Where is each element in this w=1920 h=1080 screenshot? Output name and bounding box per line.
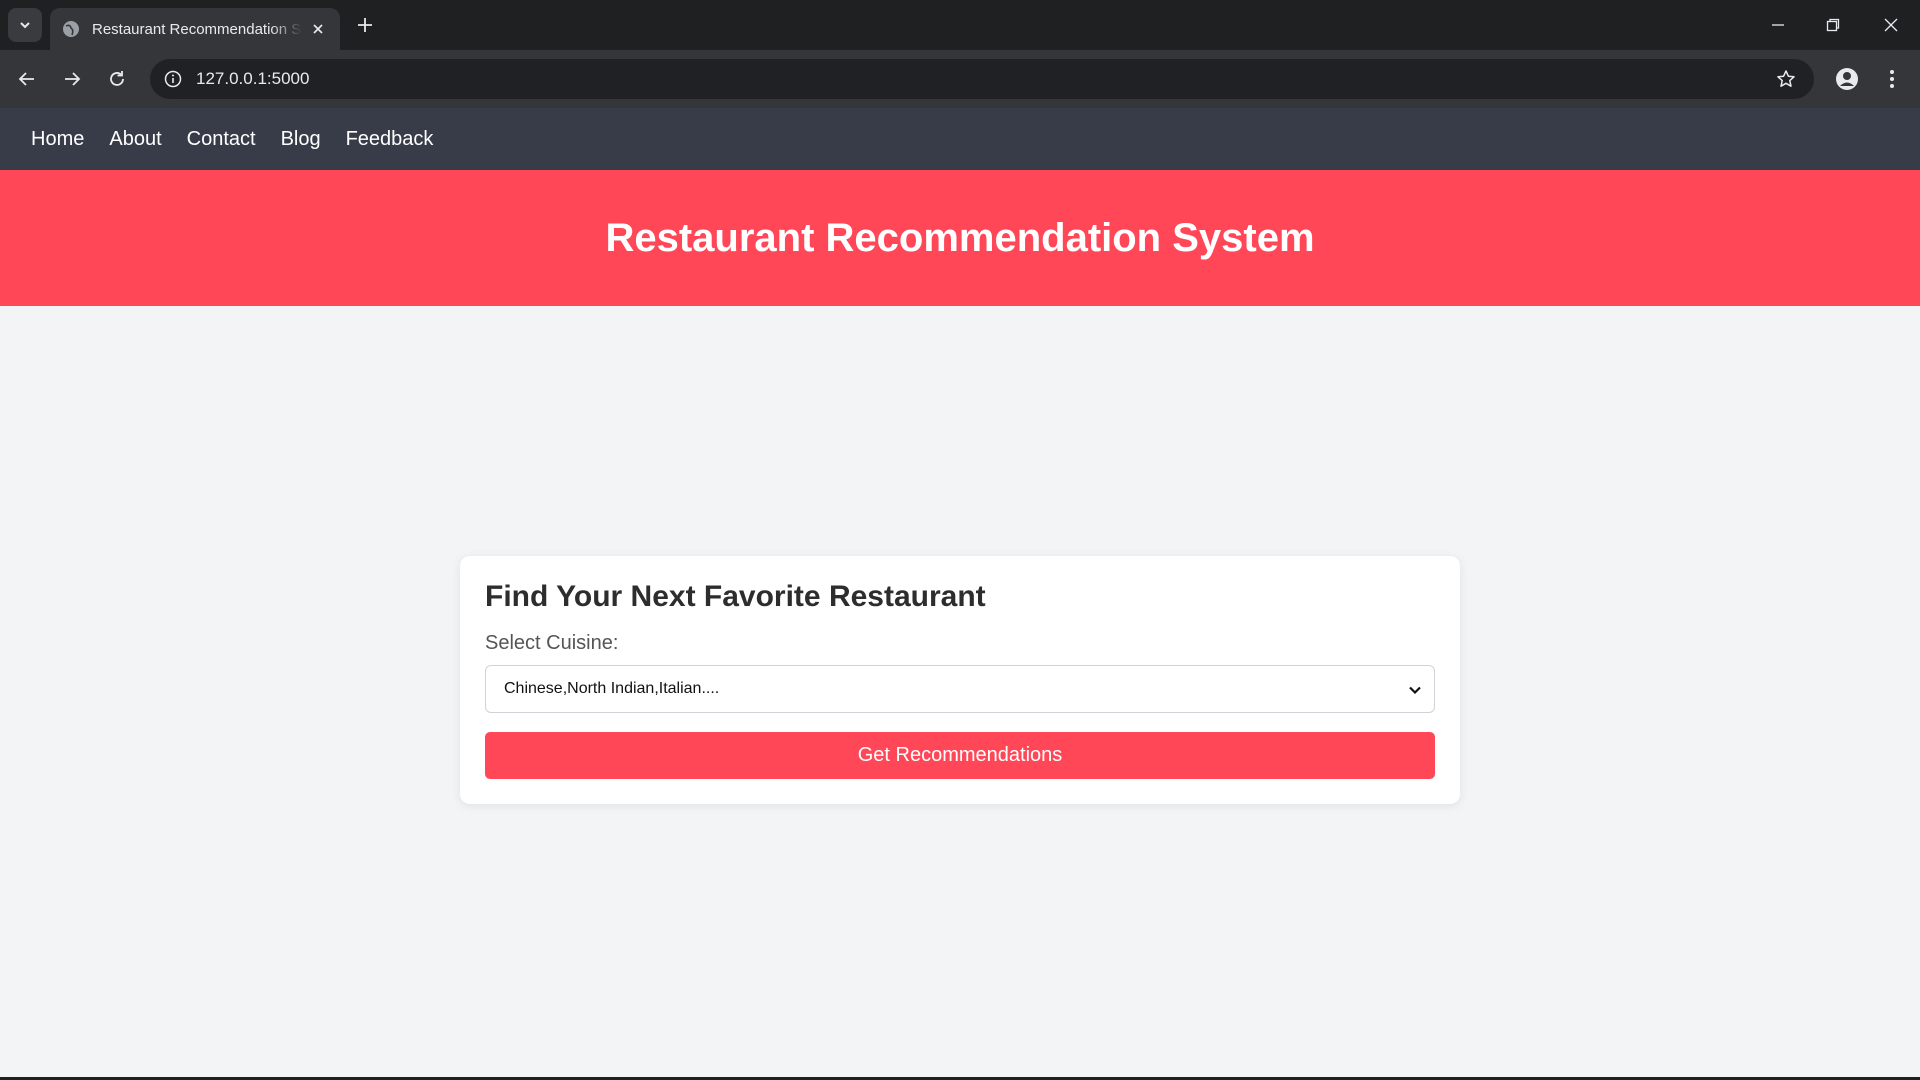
close-window-button[interactable]: [1871, 8, 1911, 42]
tab-title: Restaurant Recommendation System: [92, 20, 302, 38]
page-title: Restaurant Recommendation System: [605, 215, 1315, 260]
cuisine-selected-value: Chinese,North Indian,Italian....: [504, 680, 720, 697]
forward-button[interactable]: [56, 63, 88, 95]
new-tab-button[interactable]: [352, 12, 378, 38]
browser-tab-bar: Restaurant Recommendation System: [0, 0, 1920, 50]
minimize-button[interactable]: [1758, 8, 1798, 42]
reload-button[interactable]: [101, 63, 133, 95]
restore-button[interactable]: [1813, 8, 1853, 42]
browser-tab[interactable]: Restaurant Recommendation System: [50, 8, 340, 50]
kebab-menu-icon: [1890, 70, 1894, 88]
info-icon[interactable]: [158, 64, 188, 94]
nav-link-blog[interactable]: Blog: [281, 128, 321, 151]
close-icon[interactable]: [308, 19, 328, 39]
get-recommendations-button[interactable]: Get Recommendations: [485, 732, 1435, 779]
profile-button[interactable]: [1831, 63, 1863, 95]
nav-link-home[interactable]: Home: [31, 128, 84, 151]
form-heading: Find Your Next Favorite Restaurant: [485, 580, 986, 613]
back-button[interactable]: [11, 63, 43, 95]
address-bar[interactable]: 127.0.0.1:5000: [150, 59, 1814, 99]
plus-icon: [358, 18, 372, 32]
hero-banner: Restaurant Recommendation System: [0, 170, 1920, 306]
close-icon: [1884, 18, 1898, 32]
browser-toolbar: 127.0.0.1:5000: [0, 50, 1920, 108]
nav-link-contact[interactable]: Contact: [187, 128, 256, 151]
globe-icon: [62, 20, 80, 38]
tab-search-button[interactable]: [8, 8, 42, 42]
recommendation-form-card: Find Your Next Favorite Restaurant Selec…: [460, 556, 1460, 804]
nav-link-feedback[interactable]: Feedback: [346, 128, 434, 151]
star-icon[interactable]: [1772, 65, 1800, 93]
minimize-icon: [1772, 24, 1784, 26]
browser-menu-button[interactable]: [1876, 63, 1908, 95]
nav-link-about[interactable]: About: [109, 128, 161, 151]
cuisine-select[interactable]: Chinese,North Indian,Italian....: [485, 665, 1435, 713]
reload-icon: [110, 71, 124, 86]
site-navigation: Home About Contact Blog Feedback: [0, 108, 1920, 170]
chevron-down-icon: [1406, 681, 1424, 699]
url-text: 127.0.0.1:5000: [196, 69, 310, 88]
profile-icon: [1836, 68, 1858, 90]
arrow-left-icon: [18, 72, 34, 86]
restore-icon: [1826, 18, 1840, 32]
arrow-right-icon: [65, 72, 81, 86]
chevron-down-icon: [20, 22, 30, 29]
cuisine-label: Select Cuisine:: [485, 632, 619, 654]
